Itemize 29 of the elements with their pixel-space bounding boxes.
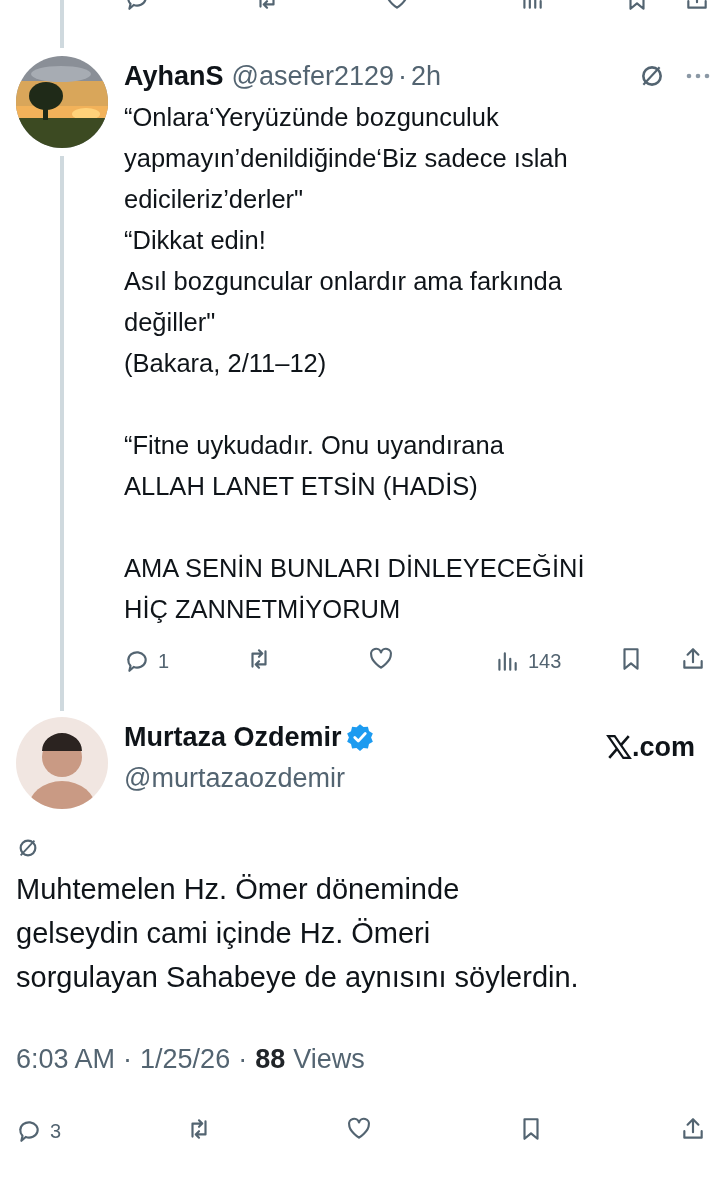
views-button[interactable]: 143 (494, 645, 562, 676)
heart-icon (346, 1115, 372, 1142)
post-time[interactable]: 2h (411, 56, 442, 97)
x-logo-icon (605, 734, 632, 761)
user-name[interactable]: Murtaza Ozdemir (124, 717, 342, 758)
share-button[interactable] (680, 1115, 706, 1142)
separator-dot: · (398, 60, 408, 93)
reply-button[interactable]: 3 (16, 1115, 62, 1146)
separator-dot: · (238, 1043, 248, 1076)
share-icon (680, 1115, 706, 1142)
heart-icon (368, 645, 394, 672)
post-text: Muhtemelen Hz. Ömer döneminde gelseydin cami içinde Hz. Ömeri sorgulayan Sahabeye de aynısını söylerdin. (16, 872, 580, 995)
reply-button[interactable]: 1 (124, 645, 170, 676)
user-name[interactable]: AyhanS (124, 56, 224, 97)
view-count: 88 (255, 1043, 286, 1076)
like-button[interactable] (346, 1115, 372, 1142)
like-button[interactable] (368, 645, 394, 672)
user-handle[interactable]: @asefer2129 (231, 56, 395, 97)
share-button[interactable] (680, 645, 706, 672)
post-text: “Onlara‘Yeryüzünde bozgunculuk yapmayın’denildiğinde‘Biz sadece ıslah edicileriz’derler" “Dikkat edin! Asıl bozguncular onlardır ama farkında değiller" (Bakara, 2/11–12) “Fitne uykudadır. Onu uyandırana ALLAH LANET ETSİN (HADİS) AMA SENİN BUNLARI DİNLEYECEĞİNİ HİÇ ZANNETMİYORUM (124, 101, 586, 625)
share-icon (680, 645, 706, 672)
separator-dot: · (123, 1043, 133, 1076)
post-date: 1/25/26 (140, 1043, 231, 1076)
views-label: Views (293, 1043, 365, 1076)
user-handle[interactable]: @murtazaozdemir (124, 757, 374, 798)
post-time: 6:03 AM (16, 1043, 116, 1076)
site-label: .com (631, 731, 695, 764)
more-icon[interactable] (685, 72, 711, 81)
slashed-circle-icon[interactable] (17, 837, 39, 859)
